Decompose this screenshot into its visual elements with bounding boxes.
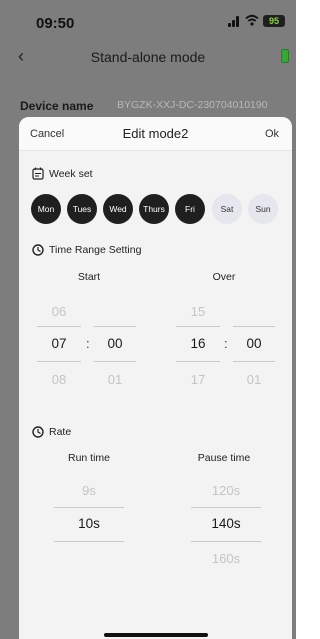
run-time-value[interactable]: 10s [54,516,124,531]
rate-heading: Rate [32,426,71,438]
day-mon[interactable]: Mon [31,194,61,224]
picker-divider [191,507,261,508]
week-set-label: Week set [49,168,93,180]
clock-icon [32,244,44,256]
signal-icon [228,16,242,27]
pause-time-value[interactable]: 140s [191,516,261,531]
ok-button[interactable]: Ok [265,128,279,140]
status-bar: 09:50 95 [0,0,296,38]
day-tues[interactable]: Tues [67,194,97,224]
day-sat[interactable]: Sat [212,194,242,224]
pause-time-next[interactable]: 160s [191,551,261,566]
pause-time-prev[interactable]: 120s [191,483,261,498]
over-hour-value[interactable]: 16 [176,336,220,351]
over-hour-prev[interactable]: 15 [176,304,220,319]
day-fri[interactable]: Fri [175,194,205,224]
run-time-label: Run time [67,452,110,464]
edit-mode-sheet: Cancel Edit mode2 Ok Week set Mon Tues W… [19,117,292,639]
run-time-prev[interactable]: 9s [54,483,124,498]
device-name-row: Device name BYGZK-XXJ-DC-230704010190 [0,96,296,118]
picker-divider [233,326,275,327]
home-indicator[interactable] [104,633,208,637]
day-wed[interactable]: Wed [103,194,133,224]
device-name-value: BYGZK-XXJ-DC-230704010190 [117,99,268,111]
start-minute-next[interactable]: 01 [94,372,136,387]
page-title: Stand-alone mode [90,49,206,65]
over-separator: : [224,336,228,351]
wifi-icon [245,14,259,26]
over-minute-value[interactable]: 00 [233,336,275,351]
battery-icon [281,49,289,63]
day-thurs[interactable]: Thurs [139,194,169,224]
sheet-header: Cancel Edit mode2 Ok [19,117,292,151]
app-header: ‹ Stand-alone mode [0,40,296,76]
picker-divider [94,326,136,327]
status-time: 09:50 [36,15,75,32]
time-range-label: Time Range Setting [49,244,142,256]
start-hour-next[interactable]: 08 [37,372,81,387]
day-sun[interactable]: Sun [248,194,278,224]
picker-divider [233,361,275,362]
picker-divider [54,507,124,508]
rate-label: Rate [49,426,72,438]
start-hour-value[interactable]: 07 [37,336,81,351]
over-label: Over [212,271,236,283]
picker-divider [176,326,220,327]
picker-divider [37,361,81,362]
device-name-label: Device name [20,99,94,113]
start-hour-prev[interactable]: 06 [37,304,81,319]
start-separator: : [86,336,90,351]
start-minute-value[interactable]: 00 [94,336,136,351]
week-set-heading: Week set [32,167,93,180]
calendar-icon [32,167,44,180]
pause-time-label: Pause time [197,452,251,464]
picker-divider [94,361,136,362]
picker-divider [54,541,124,542]
picker-divider [176,361,220,362]
over-minute-next[interactable]: 01 [233,372,275,387]
start-label: Start [77,271,101,283]
sheet-title: Edit mode2 [122,126,189,141]
battery-indicator: 95 [263,15,285,27]
over-hour-next[interactable]: 17 [176,372,220,387]
picker-divider [37,326,81,327]
rate-clock-icon [32,426,44,438]
picker-divider [191,541,261,542]
weekday-selector: Mon Tues Wed Thurs Fri Sat Sun [31,194,291,224]
time-range-heading: Time Range Setting [32,244,141,256]
